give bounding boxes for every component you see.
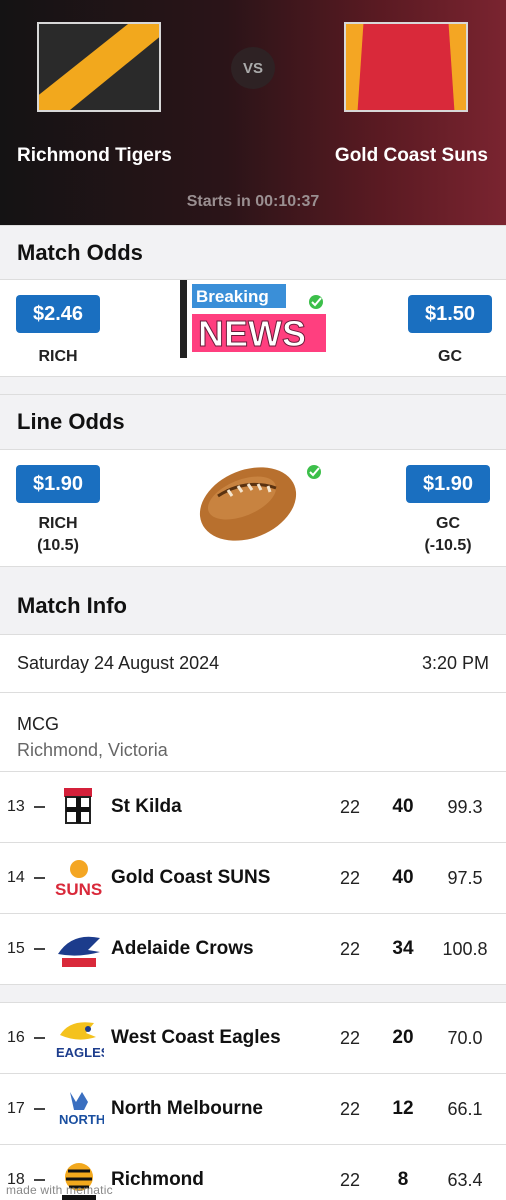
ladder-team-name: St Kilda bbox=[111, 796, 182, 817]
match-time: 3:20 PM bbox=[421, 653, 489, 673]
breaking-news-sticker: Breaking NEWS bbox=[180, 280, 326, 358]
sticker-main-text: NEWS bbox=[198, 313, 306, 354]
svg-text:NORTH: NORTH bbox=[59, 1112, 104, 1127]
venue-name: MCG bbox=[17, 714, 59, 734]
svg-text:SUNS: SUNS bbox=[55, 880, 102, 899]
away-line-odds-button[interactable]: $1.90 bbox=[406, 465, 490, 503]
ladder-row[interactable]: 13 St Kilda 22 40 99.3 bbox=[0, 772, 506, 843]
match-info-title: Match Info bbox=[17, 593, 127, 618]
position-unchanged-icon bbox=[34, 877, 45, 879]
ladder-points: 12 bbox=[392, 1098, 414, 1119]
position-unchanged-icon bbox=[34, 1037, 45, 1039]
ladder-rank: 17 bbox=[7, 1100, 25, 1117]
ladder-rank: 15 bbox=[7, 940, 25, 957]
position-unchanged-icon bbox=[34, 948, 45, 950]
ladder-percentage: 100.8 bbox=[442, 938, 488, 959]
richmond-flag-icon bbox=[37, 22, 161, 112]
ladder-points: 40 bbox=[392, 796, 414, 817]
venue-row: MCG Richmond, Victoria bbox=[0, 693, 506, 772]
away-match-odds-label: GC bbox=[438, 348, 462, 365]
ladder-played: 22 bbox=[339, 867, 361, 888]
away-line-value: (-10.5) bbox=[424, 537, 472, 554]
ladder-rank: 14 bbox=[7, 869, 25, 886]
home-team-name: Richmond Tigers bbox=[17, 145, 172, 166]
match-info-heading: Match Info bbox=[0, 578, 506, 635]
position-unchanged-icon bbox=[34, 1108, 45, 1110]
line-odds-heading: Line Odds bbox=[0, 394, 506, 450]
football-icon bbox=[186, 460, 324, 542]
venue-location: Richmond, Victoria bbox=[17, 740, 168, 760]
match-header: VS Richmond Tigers Gold Coast Suns Start… bbox=[0, 0, 506, 225]
ladder-played: 22 bbox=[339, 938, 361, 959]
match-date-row: Saturday 24 August 2024 3:20 PM bbox=[0, 635, 506, 693]
svg-text:EAGLES: EAGLES bbox=[56, 1045, 104, 1060]
ladder-gap bbox=[0, 985, 506, 1003]
away-team-name: Gold Coast Suns bbox=[334, 145, 488, 166]
ladder-rank: 13 bbox=[7, 798, 25, 815]
ladder-team-name: Richmond bbox=[111, 1169, 204, 1190]
ladder-team-name: West Coast Eagles bbox=[111, 1027, 281, 1048]
ladder-played: 22 bbox=[339, 1098, 361, 1119]
gold-coast-suns-logo-icon: SUNS bbox=[54, 857, 104, 901]
st-kilda-logo-icon bbox=[54, 786, 104, 830]
ladder-row[interactable]: 15 Adelaide Crows 22 34 100.8 bbox=[0, 914, 506, 985]
position-unchanged-icon bbox=[34, 1179, 45, 1181]
ladder-points: 34 bbox=[392, 938, 414, 959]
home-line-odds-button[interactable]: $1.90 bbox=[16, 465, 100, 503]
line-odds-title: Line Odds bbox=[17, 409, 125, 434]
home-line-odds-label: RICH bbox=[38, 515, 78, 532]
match-odds-heading: Match Odds bbox=[0, 225, 506, 280]
ladder-percentage: 66.1 bbox=[447, 1098, 483, 1119]
ladder-points: 20 bbox=[392, 1027, 414, 1048]
ladder-row[interactable]: 17 NORTH North Melbourne 22 12 66.1 bbox=[0, 1074, 506, 1145]
ladder-percentage: 70.0 bbox=[447, 1027, 483, 1048]
ladder-row[interactable]: 16 EAGLES West Coast Eagles 22 20 70.0 bbox=[0, 1003, 506, 1074]
ladder-team-name: Gold Coast SUNS bbox=[111, 867, 271, 888]
countdown-text: Starts in 00:10:37 bbox=[186, 193, 320, 210]
match-date: Saturday 24 August 2024 bbox=[17, 653, 220, 673]
ladder-played: 22 bbox=[339, 796, 361, 817]
match-odds-title: Match Odds bbox=[17, 239, 143, 265]
vs-badge: VS bbox=[231, 47, 275, 89]
position-unchanged-icon bbox=[34, 806, 45, 808]
away-match-odds-button[interactable]: $1.50 bbox=[408, 295, 492, 333]
ladder-played: 22 bbox=[339, 1169, 361, 1190]
west-coast-eagles-logo-icon: EAGLES bbox=[54, 1017, 110, 1061]
ladder-percentage: 97.5 bbox=[447, 867, 483, 888]
section-gap bbox=[0, 376, 506, 394]
ladder-points: 8 bbox=[397, 1169, 409, 1190]
ladder-team-name: Adelaide Crows bbox=[111, 938, 254, 959]
watermark-text: made with mematic bbox=[6, 1183, 113, 1197]
away-line-odds-label: GC bbox=[436, 515, 460, 532]
ladder-rank: 16 bbox=[7, 1029, 25, 1046]
ladder-percentage: 99.3 bbox=[447, 796, 483, 817]
ladder-points: 40 bbox=[392, 867, 414, 888]
north-melbourne-logo-icon: NORTH bbox=[54, 1088, 105, 1132]
ladder-played: 22 bbox=[339, 1027, 361, 1048]
sticker-top-text: Breaking bbox=[196, 287, 269, 306]
gold-coast-flag-icon bbox=[344, 22, 468, 112]
ladder-team-name: North Melbourne bbox=[111, 1098, 263, 1119]
home-match-odds-button[interactable]: $2.46 bbox=[16, 295, 100, 333]
home-match-odds-label: RICH bbox=[38, 348, 78, 365]
adelaide-crows-logo-icon bbox=[54, 928, 104, 972]
ladder-percentage: 63.4 bbox=[447, 1169, 483, 1190]
ladder-row[interactable]: 14 SUNS Gold Coast SUNS 22 40 97.5 bbox=[0, 843, 506, 914]
home-line-value: (10.5) bbox=[37, 537, 79, 554]
